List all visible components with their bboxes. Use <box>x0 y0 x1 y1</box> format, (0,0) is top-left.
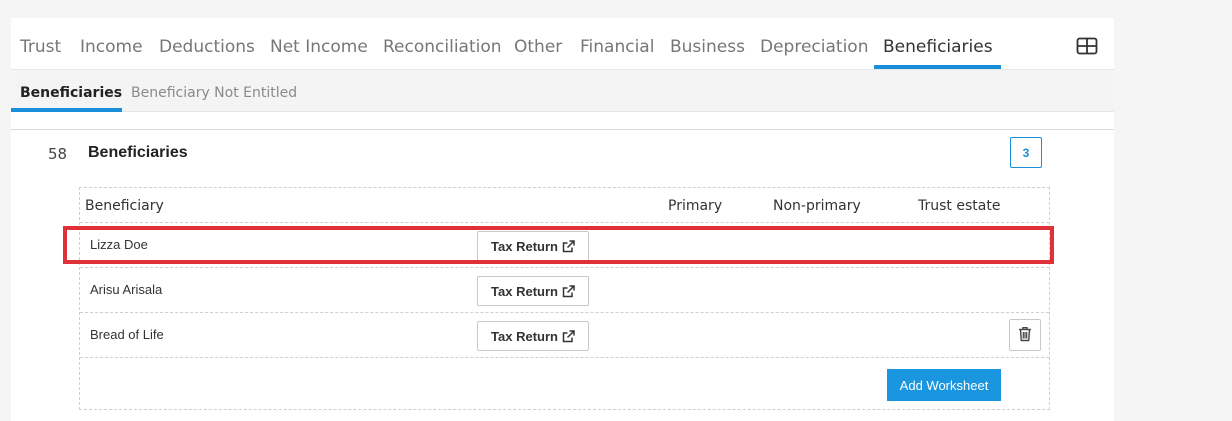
active-subtab-underline <box>11 108 122 112</box>
beneficiary-count-badge[interactable]: 3 <box>1010 137 1042 168</box>
table-row: Bread of Life Tax Return <box>80 312 1049 357</box>
section-divider <box>11 129 1114 130</box>
trash-icon <box>1018 326 1032 345</box>
tax-return-label: Tax Return <box>491 328 558 344</box>
tab-income[interactable]: Income <box>80 37 143 57</box>
tax-return-button[interactable]: Tax Return <box>477 321 589 351</box>
table-row: Arisu Arisala Tax Return <box>80 267 1049 312</box>
grid-layout-icon[interactable] <box>1076 37 1098 55</box>
beneficiaries-table: Beneficiary Primary Non-primary Trust es… <box>79 187 1050 410</box>
tab-beneficiaries[interactable]: Beneficiaries <box>883 37 993 57</box>
tax-return-button[interactable]: Tax Return <box>477 276 589 306</box>
tab-net-income[interactable]: Net Income <box>270 37 368 57</box>
tab-financial[interactable]: Financial <box>580 37 654 57</box>
main-tab-bar: Trust Income Deductions Net Income Recon… <box>11 18 1114 70</box>
main-card: Trust Income Deductions Net Income Recon… <box>11 18 1114 421</box>
sub-tab-bar: Beneficiaries Beneficiary Not Entitled <box>11 70 1114 112</box>
column-header-non-primary: Non-primary <box>773 198 861 214</box>
active-tab-underline <box>874 65 1001 69</box>
tax-return-label: Tax Return <box>491 283 558 299</box>
tab-business[interactable]: Business <box>670 37 745 57</box>
delete-button[interactable] <box>1009 319 1041 351</box>
beneficiary-name: Bread of Life <box>90 327 164 342</box>
tab-reconciliation[interactable]: Reconciliation <box>383 37 502 57</box>
external-link-icon <box>562 329 575 343</box>
section-number: 58 <box>48 145 68 163</box>
beneficiary-name: Arisu Arisala <box>90 282 163 297</box>
table-footer: Add Worksheet <box>80 357 1049 409</box>
column-header-beneficiary: Beneficiary <box>85 198 164 214</box>
external-link-icon <box>562 284 575 298</box>
column-header-primary: Primary <box>668 198 723 214</box>
add-worksheet-button[interactable]: Add Worksheet <box>887 369 1001 401</box>
section-title: Beneficiaries <box>88 144 188 161</box>
subtab-beneficiary-not-entitled[interactable]: Beneficiary Not Entitled <box>131 85 297 101</box>
tab-trust[interactable]: Trust <box>20 37 61 57</box>
column-header-trust-estate: Trust estate <box>918 198 1001 214</box>
subtab-beneficiaries[interactable]: Beneficiaries <box>20 85 122 101</box>
tab-deductions[interactable]: Deductions <box>159 37 255 57</box>
tab-other[interactable]: Other <box>514 37 562 57</box>
tab-depreciation[interactable]: Depreciation <box>760 37 868 57</box>
row-highlight-box <box>63 226 1054 264</box>
